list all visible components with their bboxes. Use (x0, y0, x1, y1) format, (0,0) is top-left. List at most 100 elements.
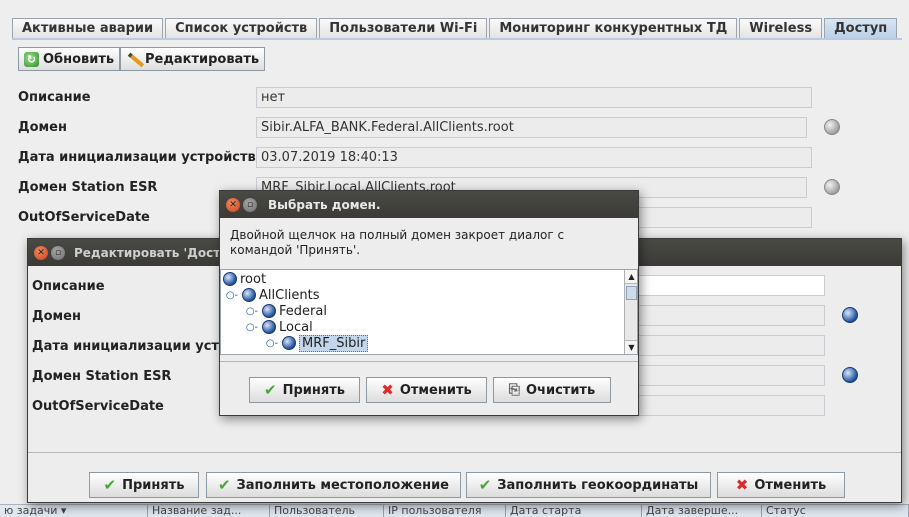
domain-select-globe-icon[interactable] (824, 119, 840, 135)
task-col-start[interactable]: Дата старта (506, 505, 642, 517)
edit-cancel-label: Отменить (754, 477, 827, 493)
edit-esr-label: Домен Station ESR (32, 369, 172, 384)
tree-node-local[interactable]: ○- Local (245, 319, 313, 335)
check-icon: ✔ (217, 476, 231, 494)
tree-node-root[interactable]: root (223, 271, 266, 287)
edit-button[interactable]: Редактировать (120, 47, 266, 71)
task-col-status[interactable]: Статус (762, 505, 909, 517)
edit-domain-label: Домен (32, 309, 81, 324)
fill-geo-label: Заполнить геокоординаты (497, 477, 699, 493)
domain-label: Домен (18, 120, 67, 135)
description-field[interactable]: нет (256, 87, 812, 108)
edit-accept-button[interactable]: ✔ Принять (89, 472, 199, 498)
edit-domain-field[interactable] (636, 305, 825, 326)
tree-scrollbar[interactable]: ▲ ▼ (624, 270, 637, 354)
globe-icon (262, 320, 276, 334)
tree-node-label-selected: MRF_Sibir (299, 334, 369, 352)
edit-window-title: Редактировать 'Дост (74, 245, 221, 260)
close-icon[interactable]: ✕ (34, 245, 48, 260)
cross-icon: ✖ (735, 476, 749, 494)
tree-expander-icon[interactable]: ○- (245, 322, 259, 333)
refresh-button[interactable]: ↻ Обновить (18, 47, 121, 71)
domain-accept-label: Принять (282, 382, 345, 398)
oos-date-label: OutOfServiceDate (18, 210, 150, 225)
edit-description-label: Описание (32, 279, 105, 294)
fill-location-button[interactable]: ✔ Заполнить местоположение (206, 472, 461, 498)
minimize-icon[interactable]: ▫ (51, 245, 65, 260)
clear-icon: ⎘ (508, 382, 520, 398)
domain-accept-button[interactable]: ✔ Принять (249, 377, 360, 403)
edit-oos-field[interactable] (636, 395, 825, 416)
description-label: Описание (18, 90, 91, 105)
tree-expander-icon[interactable]: ○- (245, 306, 259, 317)
task-col-end[interactable]: Дата заверше... (642, 505, 762, 517)
task-col-ip[interactable]: IP пользователя (384, 505, 506, 517)
tab-bar: Активные аварии Список устройств Пользов… (12, 18, 899, 39)
check-icon: ✔ (478, 476, 492, 494)
edit-label: Редактировать (145, 51, 260, 67)
task-col-user[interactable]: Пользователь (270, 505, 384, 517)
globe-icon (262, 304, 276, 318)
tree-node-label: Federal (279, 303, 327, 319)
scroll-thumb[interactable] (626, 286, 637, 300)
task-col-id[interactable]: ю задачи ▾ (0, 505, 148, 517)
globe-icon (242, 288, 256, 302)
check-icon: ✔ (264, 381, 277, 399)
edit-domain-globe-icon[interactable] (842, 307, 858, 323)
domain-cancel-button[interactable]: ✖ Отменить (366, 377, 487, 403)
domain-clear-label: Очистить (526, 382, 596, 398)
pencil-icon (126, 52, 141, 67)
minimize-icon[interactable]: ▫ (243, 197, 257, 212)
check-icon: ✔ (103, 476, 117, 494)
esr-select-globe-icon[interactable] (824, 179, 840, 195)
edit-cancel-button[interactable]: ✖ Отменить (717, 472, 845, 498)
tree-node-label: root (240, 271, 267, 287)
tree-node-allclients[interactable]: ○- AllClients (225, 287, 320, 303)
tree-expander-icon[interactable]: ○- (225, 290, 239, 301)
domain-dialog-title: Выбрать домен. (268, 197, 381, 212)
edit-description-field[interactable] (636, 275, 825, 296)
init-date-label: Дата инициализации устройства (18, 150, 265, 165)
edit-esr-field[interactable] (636, 365, 825, 386)
tab-wireless[interactable]: Wireless (739, 18, 823, 39)
esr-domain-label: Домен Station ESR (18, 180, 158, 195)
edit-init-date-field[interactable] (636, 335, 825, 356)
fill-geo-button[interactable]: ✔ Заполнить геокоординаты (466, 472, 711, 498)
task-table-header: ю задачи ▾ Название зад... Пользователь … (0, 504, 909, 517)
task-col-name[interactable]: Название зад... (148, 505, 270, 517)
domain-cancel-label: Отменить (399, 382, 472, 398)
edit-init-date-label: Дата инициализации устро (32, 339, 238, 354)
domain-clear-button[interactable]: ⎘ Очистить (493, 377, 611, 403)
scroll-down-icon[interactable]: ▼ (625, 340, 637, 354)
tab-active-alarms[interactable]: Активные аварии (12, 18, 164, 39)
tree-expander-icon[interactable]: ○- (265, 338, 279, 349)
globe-icon (223, 272, 237, 286)
tree-node-mrf-sibir[interactable]: ○- MRF_Sibir (265, 334, 369, 352)
globe-icon (282, 336, 296, 350)
domain-tree[interactable]: root ○- AllClients ○- Federal ○- Local ○… (220, 269, 638, 355)
init-date-field[interactable]: 03.07.2019 18:40:13 (256, 147, 812, 168)
edit-oos-label: OutOfServiceDate (32, 399, 164, 414)
refresh-icon: ↻ (24, 51, 39, 67)
tab-access[interactable]: Доступ (824, 18, 898, 39)
tree-node-label: Local (279, 319, 313, 335)
tab-wifi-users[interactable]: Пользователи Wi-Fi (319, 18, 488, 39)
refresh-label: Обновить (43, 51, 115, 67)
tab-underline (12, 38, 902, 40)
fill-location-label: Заполнить местоположение (236, 477, 450, 493)
tab-competitor-monitoring[interactable]: Мониторинг конкурентных ТД (489, 18, 738, 39)
edit-esr-globe-icon[interactable] (842, 367, 858, 383)
scroll-up-icon[interactable]: ▲ (625, 270, 637, 284)
edit-divider (28, 452, 901, 453)
domain-chooser-dialog: ✕ ▫ Выбрать домен. Двойной щелчок на пол… (219, 190, 639, 416)
domain-field[interactable]: Sibir.ALFA_BANK.Federal.AllClients.root (256, 117, 807, 138)
domain-dialog-titlebar[interactable]: ✕ ▫ Выбрать домен. (220, 191, 638, 218)
tree-node-label: AllClients (259, 287, 320, 303)
cross-icon: ✖ (381, 381, 394, 399)
domain-dialog-divider (220, 361, 638, 362)
close-icon[interactable]: ✕ (226, 197, 240, 212)
domain-dialog-hint: Двойной щелчок на полный домен закроет д… (230, 228, 565, 257)
tab-device-list[interactable]: Список устройств (165, 18, 318, 39)
edit-accept-label: Принять (122, 477, 185, 493)
tree-node-federal[interactable]: ○- Federal (245, 303, 327, 319)
